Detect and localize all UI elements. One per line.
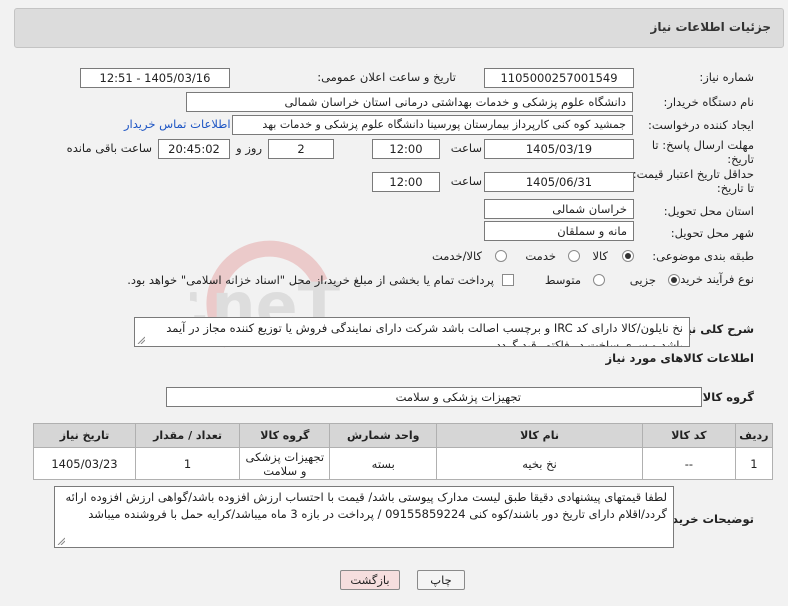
province-value: خراسان شمالی [484, 199, 634, 219]
buyer-org-value: دانشگاه علوم پزشکی و خدمات بهداشتی درمان… [186, 92, 633, 112]
category-label: طبقه بندی موضوعی: [652, 249, 754, 263]
col-code: کد کالا [642, 423, 736, 448]
col-group: گروه کالا [239, 423, 331, 448]
validity-time: 12:00 [372, 172, 440, 192]
buyer-org-label: نام دستگاه خریدار: [663, 95, 754, 109]
buyer-contact-link[interactable]: اطلاعات تماس خریدار [124, 117, 231, 131]
city-label: شهر محل تحویل: [670, 226, 754, 240]
announce-value: 1405/03/16 - 12:51 [80, 68, 230, 88]
category-radio-goods[interactable] [622, 250, 634, 262]
category-radio-both[interactable] [495, 250, 507, 262]
buyer-notes-content: لطفا قیمتهای پیشنهادی دقیقا طبق لیست مدا… [65, 490, 667, 521]
treasury-payment-checkbox[interactable] [502, 274, 514, 286]
deadline-date: 1405/03/19 [484, 139, 634, 159]
print-button[interactable]: چاپ [417, 570, 465, 590]
province-label: استان محل تحویل: [663, 204, 754, 218]
deadline-days-label: روز و [236, 141, 262, 155]
items-table: ردیف کد کالا نام کالا واحد شمارش گروه کا… [33, 423, 774, 480]
deadline-label-1: مهلت ارسال پاسخ: تا [651, 138, 754, 152]
resize-grip-icon[interactable] [137, 336, 145, 344]
page-title: جزئیات اطلاعات نیاز [650, 20, 771, 34]
validity-date: 1405/06/31 [484, 172, 634, 192]
cell-row: 1 [734, 447, 774, 480]
cell-name: نخ بخیه [435, 447, 644, 480]
goods-group-label: گروه کالا: [698, 390, 754, 404]
col-row: ردیف [734, 423, 774, 448]
col-unit: واحد شمارش [329, 423, 437, 448]
resize-grip-icon[interactable] [57, 537, 65, 545]
cell-unit: بسته [329, 447, 437, 480]
goods-group-value: تجهیزات پزشکی و سلامت [166, 387, 702, 407]
cell-code: -- [642, 447, 736, 480]
deadline-remaining: 20:45:02 [158, 139, 230, 159]
deadline-label-2: تاریخ: [727, 152, 754, 166]
deadline-time: 12:00 [372, 139, 440, 159]
validity-label-2: تا تاریخ: [716, 181, 754, 195]
process-label: نوع فرآیند خرید : [672, 272, 754, 286]
cell-date: 1405/03/23 [33, 447, 136, 480]
announce-label: تاریخ و ساعت اعلان عمومی: [317, 70, 456, 84]
col-qty: تعداد / مقدار [134, 423, 241, 448]
category-option-both: کالا/خدمت [431, 249, 482, 263]
table-row[interactable]: 1 -- نخ بخیه بسته تجهیزات پزشکی و سلامت … [33, 447, 774, 480]
category-option-service: خدمت [525, 249, 556, 263]
goods-info-title: اطلاعات کالاهای مورد نیاز [605, 351, 754, 365]
watermark-logo: AriaTender.neT [190, 240, 340, 348]
description-content: نخ نایلون/کالا دارای کد IRC و برچسب اصال… [166, 321, 683, 347]
process-option-minor: جزیی [629, 273, 656, 287]
deadline-remaining-label: ساعت باقی مانده [66, 141, 152, 155]
buyer-notes-text: لطفا قیمتهای پیشنهادی دقیقا طبق لیست مدا… [54, 486, 674, 548]
col-date: تاریخ نیاز [33, 423, 136, 448]
process-radio-medium[interactable] [593, 274, 605, 286]
requester-label: ایجاد کننده درخواست: [648, 118, 754, 132]
validity-label-1: حداقل تاریخ اعتبار قیمت: [632, 167, 754, 181]
process-option-medium: متوسط [544, 273, 581, 287]
city-value: مانه و سملقان [484, 221, 634, 241]
cell-group: تجهیزات پزشکی و سلامت [239, 447, 331, 480]
header-bar: جزئیات اطلاعات نیاز [14, 8, 784, 48]
need-number-label: شماره نیاز: [699, 70, 754, 84]
deadline-time-label: ساعت [450, 141, 482, 155]
requester-value: جمشید کوه کنی کارپرداز بیمارستان پورسینا… [232, 115, 633, 135]
need-number-value: 1105000257001549 [484, 68, 634, 88]
category-radio-service[interactable] [568, 250, 580, 262]
description-text: نخ نایلون/کالا دارای کد IRC و برچسب اصال… [134, 317, 690, 347]
category-option-goods: کالا [592, 249, 608, 263]
cell-qty: 1 [134, 447, 241, 480]
validity-time-label: ساعت [450, 174, 482, 188]
process-radio-minor[interactable] [668, 274, 680, 286]
treasury-payment-note: پرداخت تمام یا بخشی از مبلغ خرید،از محل … [127, 273, 494, 287]
back-button[interactable]: بازگشت [340, 570, 400, 590]
col-name: نام کالا [435, 423, 644, 448]
deadline-days: 2 [268, 139, 334, 159]
goods-group-text: تجهیزات پزشکی و سلامت [395, 390, 521, 404]
